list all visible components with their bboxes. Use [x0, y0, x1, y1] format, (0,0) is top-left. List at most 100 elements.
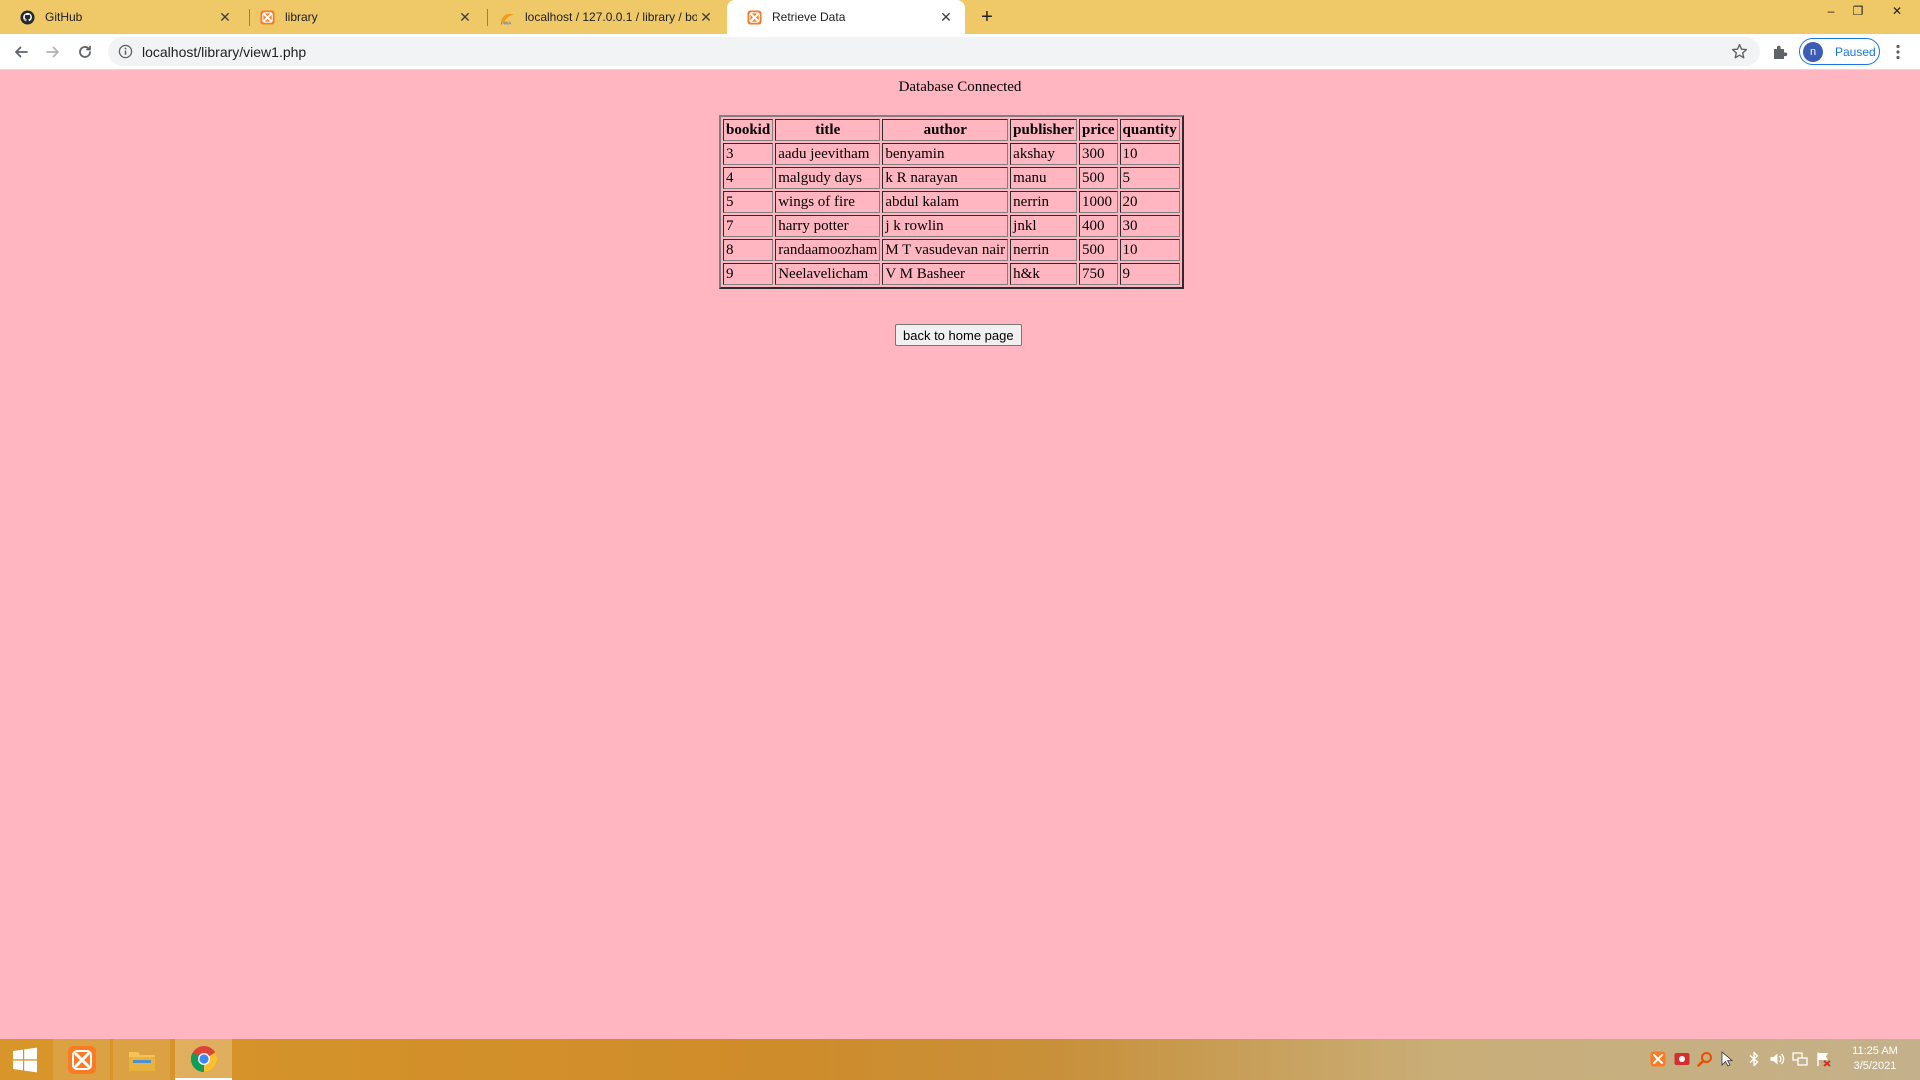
- table-cell: aadu jeevitham: [775, 143, 881, 165]
- new-tab-button[interactable]: +: [975, 6, 999, 28]
- close-window-button[interactable]: ✕: [1874, 0, 1920, 22]
- tab-retrieve-data[interactable]: Retrieve Data ✕: [727, 0, 965, 34]
- taskbar-chrome[interactable]: [175, 1039, 232, 1080]
- kebab-menu-icon[interactable]: [1888, 42, 1908, 62]
- table-row: 9 Neelavelicham V M Basheer h&k 750 9: [723, 263, 1180, 285]
- table-cell: Neelavelicham: [775, 263, 881, 285]
- profile-button[interactable]: n Paused: [1799, 38, 1880, 65]
- table-cell: V M Basheer: [882, 263, 1009, 285]
- xampp-icon: [67, 1045, 96, 1074]
- start-button[interactable]: [0, 1039, 50, 1080]
- taskbar-file-explorer[interactable]: [113, 1039, 170, 1080]
- column-header: price: [1079, 119, 1118, 141]
- xampp-icon: [260, 9, 275, 25]
- search-tray-icon[interactable]: [1697, 1051, 1713, 1067]
- column-header: title: [775, 119, 881, 141]
- table-row: 3 aadu jeevitham benyamin akshay 300 10: [723, 143, 1180, 165]
- tab-title: GitHub: [45, 10, 83, 24]
- tab-close-icon[interactable]: ✕: [937, 8, 955, 26]
- extensions-puzzle-icon[interactable]: [1770, 42, 1790, 62]
- table-cell: 500: [1079, 239, 1118, 261]
- table-cell: wings of fire: [775, 191, 881, 213]
- reload-icon: [79, 45, 91, 58]
- tab-title: library: [285, 10, 318, 24]
- tab-close-icon[interactable]: ✕: [697, 8, 715, 26]
- profile-status: Paused: [1835, 44, 1876, 59]
- taskbar: 11:25 AM 3/5/2021: [0, 1039, 1920, 1080]
- bookmark-star-icon[interactable]: [1731, 43, 1748, 60]
- address-bar[interactable]: localhost/library/view1.php: [108, 37, 1760, 66]
- table-cell: 10: [1119, 143, 1180, 165]
- network-icon[interactable]: [1792, 1051, 1808, 1067]
- tray-app-icon[interactable]: [1674, 1051, 1690, 1067]
- xampp-tray-icon[interactable]: [1650, 1051, 1666, 1067]
- table-row: 8 randaamoozham M T vasudevan nair nerri…: [723, 239, 1180, 261]
- table-cell: 300: [1079, 143, 1118, 165]
- phpmyadmin-icon: PMA: [500, 13, 515, 25]
- table-cell: harry potter: [775, 215, 881, 237]
- books-table: bookid title author publisher price quan…: [719, 115, 1184, 289]
- table-cell: malgudy days: [775, 167, 881, 189]
- status-message: Database Connected: [898, 79, 1022, 95]
- url-text[interactable]: localhost/library/view1.php: [142, 44, 306, 60]
- bluetooth-icon[interactable]: [1746, 1051, 1762, 1067]
- table-cell: 20: [1119, 191, 1180, 213]
- taskbar-xampp[interactable]: [53, 1039, 110, 1080]
- windows-start-icon: [13, 1047, 37, 1072]
- table-cell: 9: [723, 263, 774, 285]
- back-button[interactable]: [8, 39, 34, 65]
- tab-strip: GitHub ✕ library ✕ PMA localhost / 127.0…: [0, 0, 1920, 34]
- column-header: publisher: [1010, 119, 1078, 141]
- table-cell: 500: [1079, 167, 1118, 189]
- arrow-left-icon: [15, 46, 28, 58]
- table-cell: 750: [1079, 263, 1118, 285]
- chrome-icon: [190, 1045, 217, 1072]
- table-cell: randaamoozham: [775, 239, 881, 261]
- table-cell: jnkl: [1010, 215, 1078, 237]
- forward-button[interactable]: [40, 39, 66, 65]
- table-row: 5 wings of fire abdul kalam nerrin 1000 …: [723, 191, 1180, 213]
- svg-text:PMA: PMA: [501, 20, 512, 24]
- xampp-icon: [747, 9, 762, 25]
- table-cell: akshay: [1010, 143, 1078, 165]
- tab-close-icon[interactable]: ✕: [216, 8, 234, 26]
- pointer-icon: [1721, 1051, 1734, 1067]
- table-cell: 9: [1119, 263, 1180, 285]
- table-row: 7 harry potter j k rowlin jnkl 400 30: [723, 215, 1180, 237]
- table-cell: 10: [1119, 239, 1180, 261]
- column-header: bookid: [723, 119, 774, 141]
- table-cell: 8: [723, 239, 774, 261]
- arrow-right-icon: [46, 46, 59, 58]
- tab-title: Retrieve Data: [772, 10, 846, 24]
- table-cell: nerrin: [1010, 239, 1078, 261]
- info-icon[interactable]: [118, 44, 133, 59]
- file-explorer-icon: [128, 1051, 155, 1071]
- tab-phpmyadmin[interactable]: PMA localhost / 127.0.0.1 / library / bo…: [480, 0, 725, 34]
- tab-library[interactable]: library ✕: [240, 0, 484, 34]
- clock-date: 3/5/2021: [1853, 1060, 1897, 1072]
- flag-icon[interactable]: [1815, 1051, 1831, 1067]
- table-cell: 3: [723, 143, 774, 165]
- table-cell: 1000: [1079, 191, 1118, 213]
- table-cell: 400: [1079, 215, 1118, 237]
- table-cell: k R narayan: [882, 167, 1009, 189]
- reload-button[interactable]: [72, 39, 98, 65]
- table-cell: 5: [723, 191, 774, 213]
- table-cell: j k rowlin: [882, 215, 1009, 237]
- avatar: n: [1803, 41, 1823, 62]
- clock-time: 11:25 AM: [1852, 1045, 1898, 1057]
- table-header-row: bookid title author publisher price quan…: [723, 119, 1180, 141]
- volume-icon[interactable]: [1769, 1051, 1785, 1067]
- tab-github[interactable]: GitHub ✕: [0, 0, 244, 34]
- table-cell: 30: [1119, 215, 1180, 237]
- taskbar-clock[interactable]: 11:25 AM 3/5/2021: [1840, 1044, 1910, 1074]
- table-cell: benyamin: [882, 143, 1009, 165]
- table-cell: M T vasudevan nair: [882, 239, 1009, 261]
- table-cell: 4: [723, 167, 774, 189]
- column-header: quantity: [1119, 119, 1180, 141]
- table-cell: manu: [1010, 167, 1078, 189]
- page-content: Database Connected bookid title author p…: [0, 71, 1920, 1039]
- tab-title: localhost / 127.0.0.1 / library / bo: [525, 10, 697, 24]
- tab-close-icon[interactable]: ✕: [456, 8, 474, 26]
- back-to-home-button[interactable]: back to home page: [895, 324, 1022, 346]
